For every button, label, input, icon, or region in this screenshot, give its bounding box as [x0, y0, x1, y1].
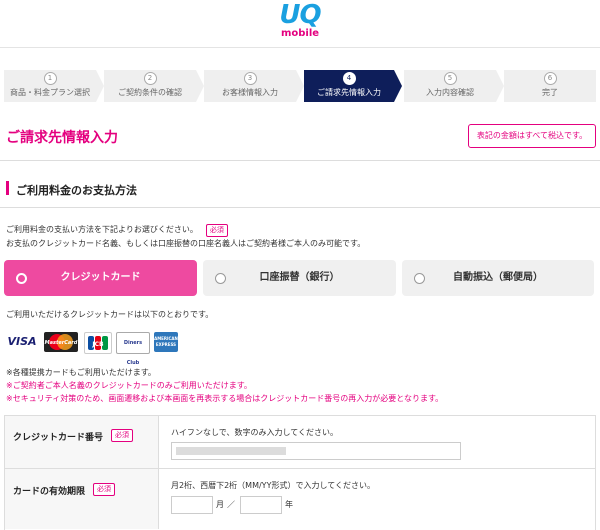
step-5: 5 入力内容確認 — [404, 70, 504, 102]
expiry-label: カードの有効期限 — [13, 487, 86, 497]
divider — [0, 207, 600, 208]
amex-logo: AMERICAN EXPRESS — [154, 332, 178, 352]
mastercard-circles-icon: MasterCard — [45, 334, 78, 350]
payment-option-credit-card[interactable]: クレジットカード — [4, 260, 197, 296]
step-arrow — [496, 70, 504, 102]
step-number: 1 — [43, 72, 57, 85]
expiry-hint: 月2桁、西暦下2桁（MM/YY形式）で入力してください。 — [171, 481, 375, 490]
logo-brand: UQ — [279, 0, 321, 30]
section-title: ご利用料金のお支払方法 — [6, 182, 137, 198]
step-label: 商品・料金プラン選択 — [10, 88, 90, 97]
step-label: お客様情報入力 — [222, 88, 278, 97]
mastercard-logo: MasterCard — [44, 332, 78, 352]
step-4-current: 4 ご請求先情報入力 — [304, 70, 402, 102]
card-number-label-cell: クレジットカード番号 必須 — [5, 416, 159, 468]
progress-stepper: 1 商品・料金プラン選択 2 ご契約条件の確認 3 お客様情報入力 4 ご請求先… — [0, 70, 600, 102]
step-number: 3 — [243, 72, 257, 85]
card-number-hint: ハイフンなしで、数字のみ入力してください。 — [171, 428, 338, 437]
payment-option-bank-transfer[interactable]: 口座振替（銀行） — [203, 260, 396, 296]
card-note-owner-only: ※ご契約者ご本人名義のクレジットカードのみご利用いただけます。 — [6, 381, 252, 390]
required-badge: 必須 — [93, 483, 115, 496]
step-label: ご請求先情報入力 — [317, 88, 381, 97]
card-number-input[interactable] — [171, 442, 461, 460]
step-arrow — [394, 70, 402, 102]
payment-name-note: お支払のクレジットカード名義、もしくは口座振替の口座名義人はご契約者様ご本人のみ… — [6, 239, 366, 248]
jcb-logo: JCB — [84, 332, 112, 354]
radio-icon[interactable] — [414, 273, 425, 284]
card-note-security: ※セキュリティ対策のため、画面遷移および本画面を再表示する場合はクレジットカード… — [6, 394, 444, 403]
card-number-row: クレジットカード番号 必須 ハイフンなしで、数字のみ入力してください。 — [5, 416, 595, 469]
svg-text:MasterCard: MasterCard — [45, 340, 78, 346]
svg-text:JCB: JCB — [91, 341, 104, 348]
logo-sub: mobile — [280, 28, 320, 39]
page-title: ご請求先情報入力 — [6, 130, 118, 146]
visa-logo: VISA — [7, 335, 37, 348]
year-unit: 年 — [285, 500, 293, 509]
step-number: 2 — [143, 72, 157, 85]
divider — [0, 160, 600, 161]
header-divider — [0, 47, 600, 48]
section-title-text: ご利用料金のお支払方法 — [16, 184, 137, 197]
required-badge: 必須 — [205, 224, 228, 237]
step-label: 入力内容確認 — [426, 88, 474, 97]
uq-mobile-logo[interactable]: UQ mobile — [272, 2, 328, 40]
payment-option-label: 自動振込（郵便局） — [453, 272, 543, 283]
step-number: 4 — [342, 72, 356, 85]
payment-instruction: ご利用料金の支払い方法を下記よりお選びください。 必須 — [6, 224, 228, 237]
payment-option-label: クレジットカード — [60, 272, 141, 283]
step-2: 2 ご契約条件の確認 — [104, 70, 204, 102]
step-label: 完了 — [542, 88, 558, 97]
expiry-row: カードの有効期限 必須 月2桁、西暦下2桁（MM/YY形式）で入力してください。… — [5, 469, 595, 529]
step-arrow — [96, 70, 104, 102]
step-number: 5 — [443, 72, 457, 85]
card-note-affiliated: ※各種提携カードもご利用いただけます。 — [6, 368, 156, 377]
step-arrow — [296, 70, 304, 102]
expiry-label-cell: カードの有効期限 必須 — [5, 469, 159, 529]
masked-value — [176, 447, 286, 455]
expiry-month-input[interactable] — [171, 496, 213, 514]
radio-icon[interactable] — [215, 273, 226, 284]
required-badge: 必須 — [111, 429, 133, 442]
radio-selected-icon[interactable] — [16, 273, 27, 284]
card-number-label: クレジットカード番号 — [13, 433, 104, 443]
diners-club-logo: Diners Club — [116, 332, 150, 366]
card-form-table: クレジットカード番号 必須 ハイフンなしで、数字のみ入力してください。 カードの… — [4, 415, 596, 530]
step-label: ご契約条件の確認 — [118, 88, 182, 97]
payment-option-post-office[interactable]: 自動振込（郵便局） — [402, 260, 594, 296]
step-number: 6 — [543, 72, 557, 85]
jcb-bands-icon: JCB — [88, 336, 108, 350]
step-6: 6 完了 — [504, 70, 596, 102]
slash: ／ — [227, 500, 235, 509]
expiry-year-input[interactable] — [240, 496, 282, 514]
card-availability-note: ご利用いただけるクレジットカードは以下のとおりです。 — [6, 310, 214, 319]
payment-option-label: 口座振替（銀行） — [259, 272, 340, 283]
step-arrow — [196, 70, 204, 102]
step-1: 1 商品・料金プラン選択 — [4, 70, 104, 102]
tax-info-button[interactable]: 表記の金額はすべて税込です。 — [468, 124, 596, 148]
month-unit: 月 — [216, 500, 224, 509]
step-3: 3 お客様情報入力 — [204, 70, 304, 102]
payment-instruction-text: ご利用料金の支払い方法を下記よりお選びください。 — [6, 225, 198, 234]
